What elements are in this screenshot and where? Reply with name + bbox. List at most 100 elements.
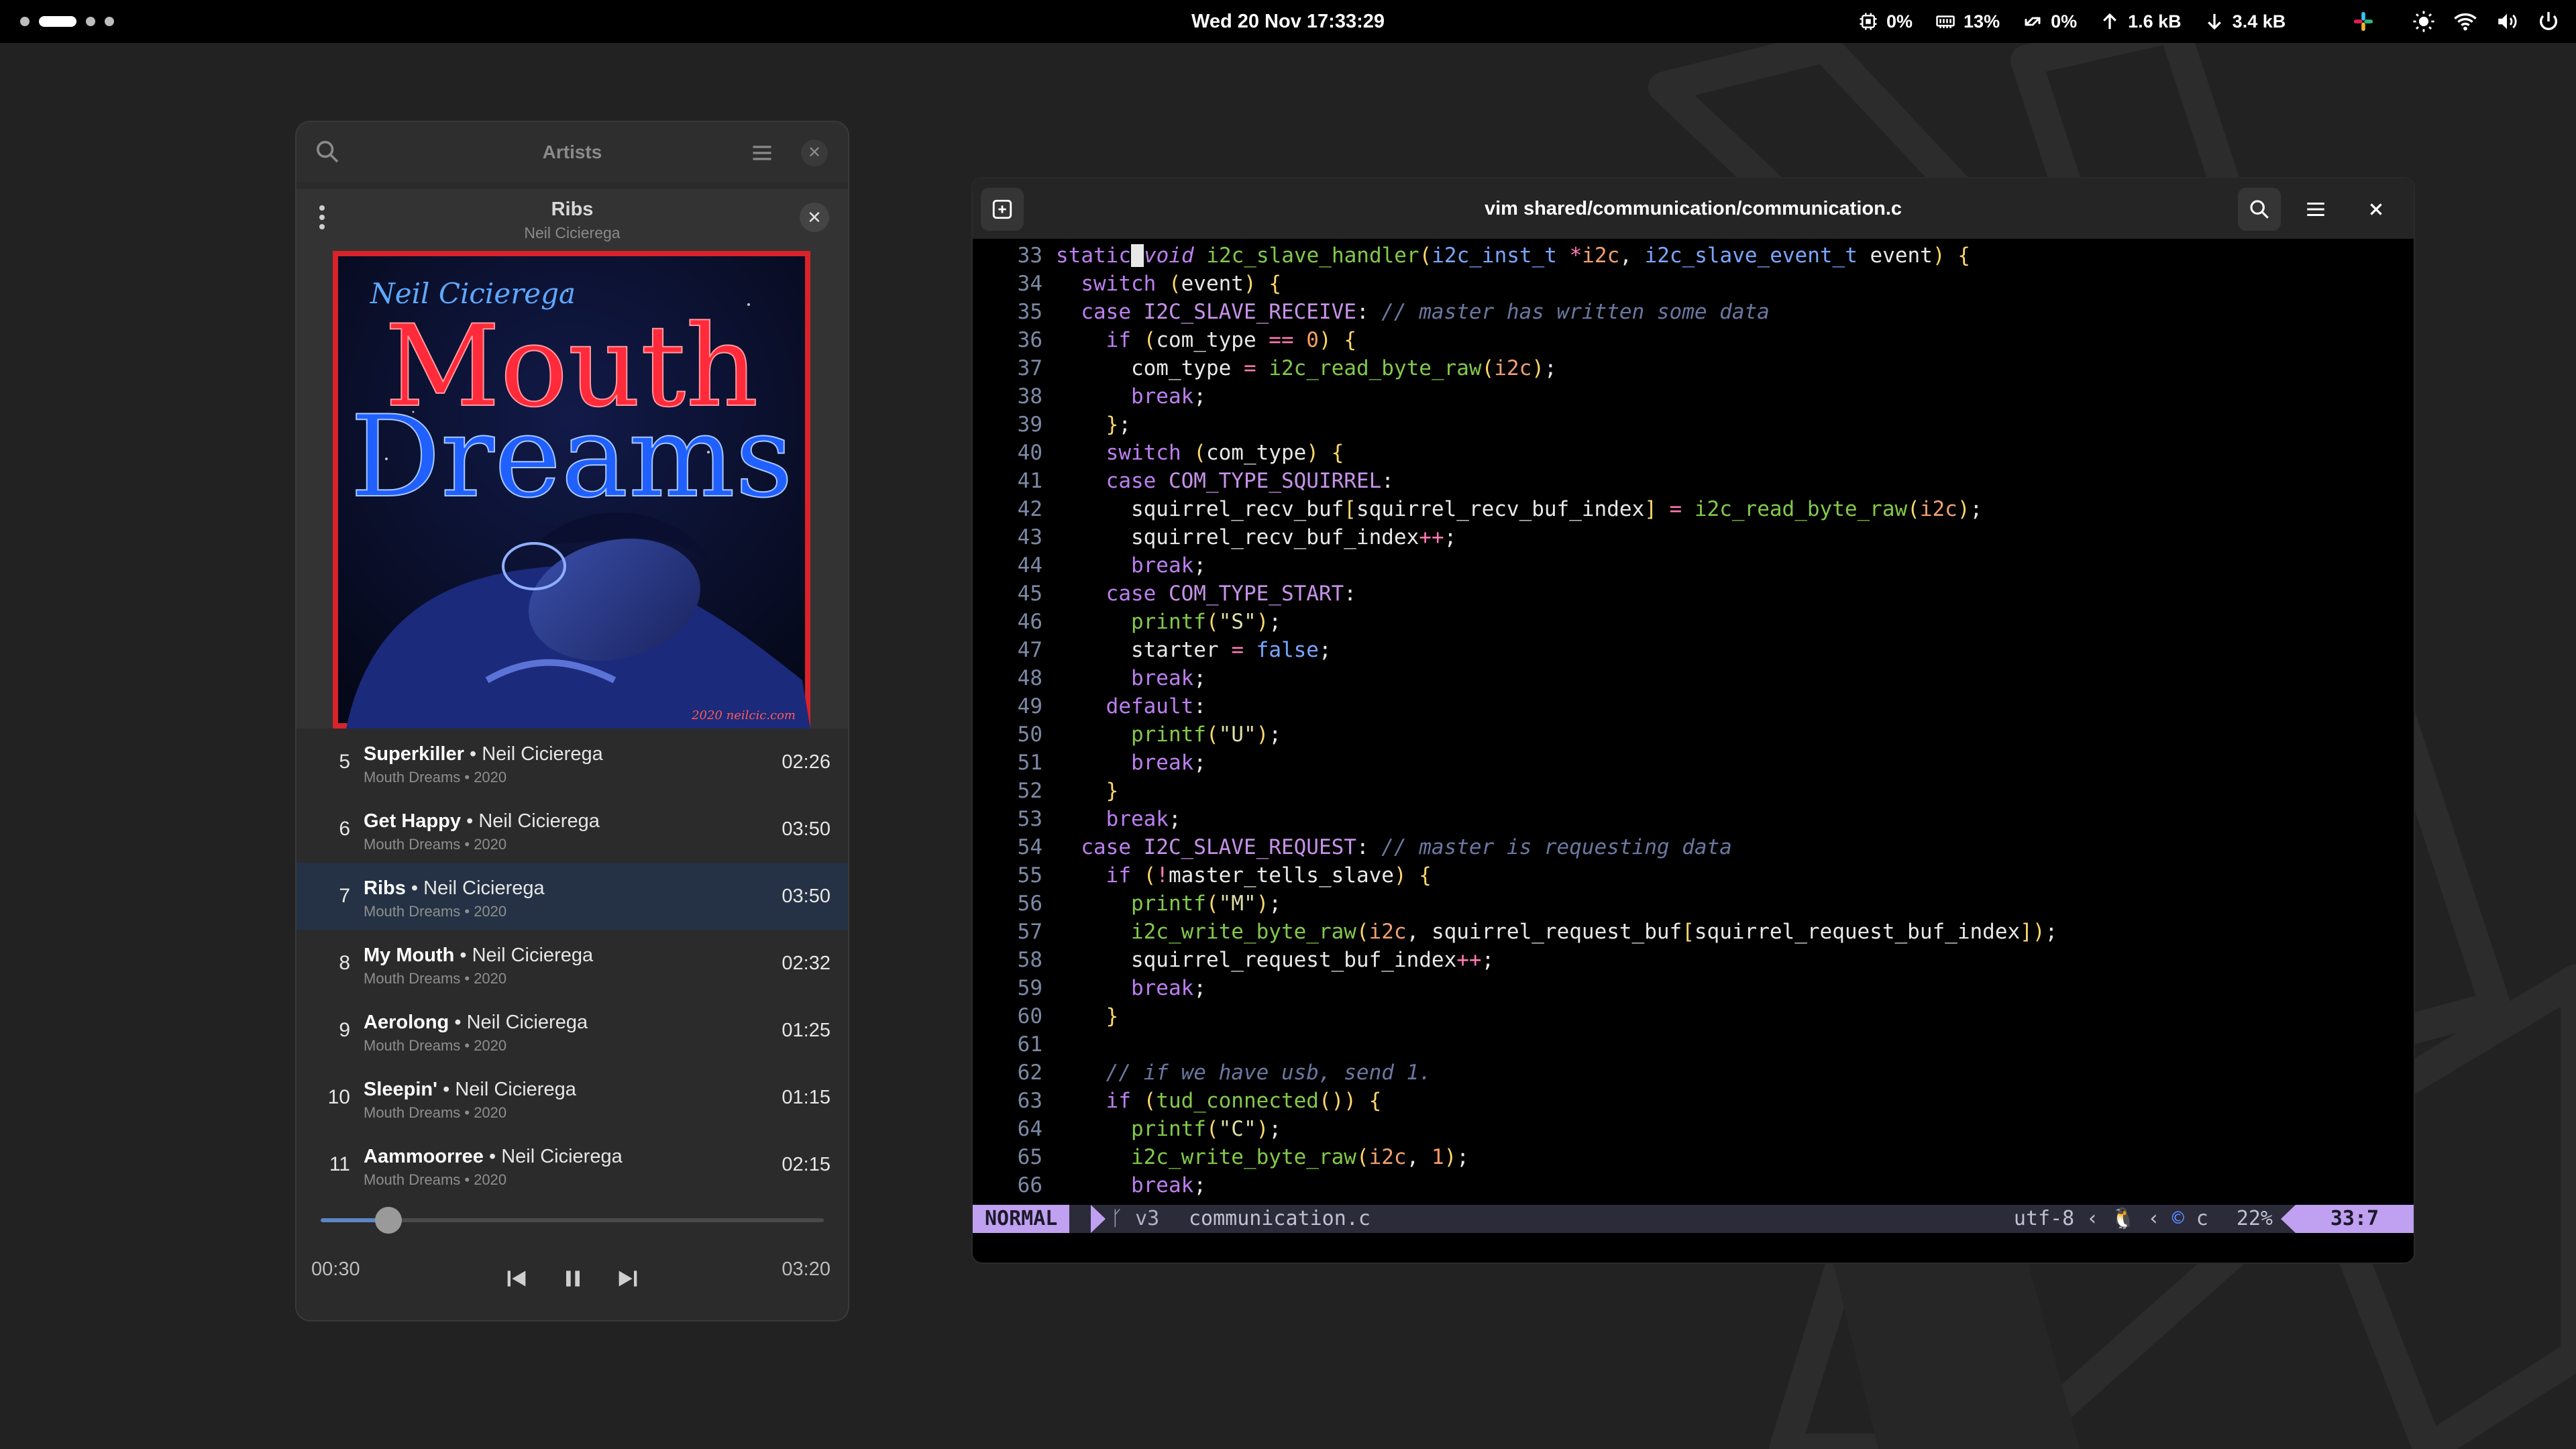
code-line[interactable]: 56 printf("M"); (973, 890, 2414, 918)
pause-icon[interactable] (559, 1265, 586, 1292)
code-line[interactable]: 62 // if we have usb, send 1. (973, 1059, 2414, 1087)
track-number: 9 (339, 1019, 350, 1041)
code-text: if (com_type == 0) { (1106, 328, 1356, 352)
code-line[interactable]: 61 (973, 1030, 2414, 1059)
wifi-icon (2454, 13, 2477, 31)
code-line[interactable]: 58 squirrel_request_buf_index++; (973, 946, 2414, 974)
track-artist: Neil Cicierega (423, 877, 545, 899)
track-row[interactable]: 6 Get Happy • Neil Cicierega Mouth Dreams … (297, 796, 848, 863)
terminal-search-button[interactable] (2238, 188, 2281, 231)
swap-value: 0% (2051, 11, 2078, 32)
code-line[interactable]: 47 starter = false; (973, 636, 2414, 664)
clock[interactable]: Wed 20 Nov 17:33:29 (1191, 11, 1385, 32)
code-line[interactable]: 45 case COM_TYPE_START: (973, 580, 2414, 608)
track-row[interactable]: 11 Aammoorree • Neil Cicierega Mouth Dream… (297, 1131, 848, 1198)
code-text: break; (1130, 976, 1206, 1000)
close-now-playing-button[interactable]: ✕ (800, 203, 829, 232)
code-text: // if we have usb, send 1. (1106, 1061, 1432, 1085)
code-text: printf("S"); (1130, 610, 1281, 634)
code-line[interactable]: 66 break; (973, 1171, 2414, 1199)
track-row[interactable]: 9 Aerolong • Neil Cicierega Mouth Dreams •… (297, 997, 848, 1064)
code-line[interactable]: 57 i2c_write_byte_raw(i2c, squirrel_requ… (973, 918, 2414, 946)
code-line[interactable]: 51 break; (973, 749, 2414, 777)
code-line[interactable]: 43 squirrel_recv_buf_index++; (973, 523, 2414, 551)
code-line[interactable]: 55 if (!master_tells_slave) { (973, 861, 2414, 890)
text-cursor (1130, 244, 1144, 267)
track-title: Aerolong (364, 1012, 449, 1033)
code-line[interactable]: 65 i2c_write_byte_raw(i2c, 1); (973, 1143, 2414, 1171)
line-number: 59 (1017, 976, 1042, 1000)
code-line[interactable]: 54 case I2C_SLAVE_REQUEST: // master is … (973, 833, 2414, 861)
code-line[interactable]: 39 }; (973, 411, 2414, 439)
code-line[interactable]: 36 if (com_type == 0) { (973, 326, 2414, 354)
power-icon (2539, 11, 2558, 30)
terminal-close-button[interactable] (2355, 188, 2398, 231)
code-line[interactable]: 63 if (tud_connected()) { (973, 1087, 2414, 1115)
code-text: default: (1106, 694, 1206, 718)
workspace-active-pill[interactable] (39, 16, 76, 27)
slack-icon[interactable] (2352, 10, 2375, 33)
seek-bar[interactable] (321, 1207, 824, 1234)
vim-mode: NORMAL (973, 1205, 1070, 1233)
code-line[interactable]: 34 switch (event) { (973, 270, 2414, 298)
code-line[interactable]: 49 default: (973, 692, 2414, 720)
next-track-icon[interactable] (614, 1265, 641, 1292)
editor-buffer[interactable]: 33 static void i2c_slave_handler(i2c_inst_… (973, 241, 2414, 1199)
code-text: } (1106, 779, 1119, 803)
code-line[interactable]: 59 break; (973, 974, 2414, 1002)
workspace-dot[interactable] (20, 17, 30, 26)
seek-bar-handle[interactable] (375, 1207, 402, 1234)
memory-value: 13% (1964, 11, 2000, 32)
line-number: 37 (1017, 356, 1042, 380)
code-line[interactable]: 53 break; (973, 805, 2414, 833)
hamburger-menu-icon[interactable] (750, 141, 774, 165)
close-window-button[interactable]: ✕ (801, 140, 828, 166)
quick-settings[interactable] (2412, 0, 2560, 43)
track-title: Sleepin' (364, 1079, 438, 1100)
track-row[interactable]: 7 Ribs • Neil Cicierega Mouth Dreams • 202… (297, 863, 848, 930)
code-line[interactable]: 64 printf("C"); (973, 1115, 2414, 1143)
code-line[interactable]: 46 printf("S"); (973, 608, 2414, 636)
code-text: squirrel_recv_buf[squirrel_recv_buf_inde… (1130, 497, 1983, 521)
previous-track-icon[interactable] (503, 1265, 530, 1292)
code-line[interactable]: 38 break; (973, 382, 2414, 411)
playback-controls: 00:30 03:20 (297, 1191, 848, 1320)
code-line[interactable]: 52 } (973, 777, 2414, 805)
workspace-dot[interactable] (86, 17, 95, 26)
workspace-dot[interactable] (105, 17, 114, 26)
track-row[interactable]: 5 Superkiller • Neil Cicierega Mouth Dream… (297, 729, 848, 796)
track-album-year: Mouth Dreams • 2020 (364, 970, 507, 987)
system-monitor[interactable]: 0% 13% 0% 1.6 kB 3.4 kB (1858, 0, 2286, 43)
code-line[interactable]: 35 case I2C_SLAVE_RECEIVE: // master has… (973, 298, 2414, 326)
track-row[interactable]: 8 My Mouth • Neil Cicierega Mouth Dreams •… (297, 930, 848, 997)
track-title-line: Ribs • Neil Cicierega (364, 877, 545, 899)
line-number: 48 (1017, 666, 1042, 690)
code-line[interactable]: 48 break; (973, 664, 2414, 692)
terminal-menu-button[interactable] (2294, 188, 2337, 231)
code-line[interactable]: 40 switch (com_type) { (973, 439, 2414, 467)
code-line[interactable]: 60 } (973, 1002, 2414, 1030)
track-row[interactable]: 10 Sleepin' • Neil Cicierega Mouth Dreams … (297, 1064, 848, 1131)
code-text: squirrel_request_buf_index++; (1130, 948, 1495, 972)
track-duration: 02:26 (782, 751, 830, 773)
track-album-year: Mouth Dreams • 2020 (364, 769, 507, 786)
code-text: break; (1106, 807, 1181, 831)
code-line[interactable]: 33 static void i2c_slave_handler(i2c_inst_… (973, 241, 2414, 270)
line-number: 41 (1017, 469, 1042, 493)
code-line[interactable]: 41 case COM_TYPE_SQUIRREL: (973, 467, 2414, 495)
code-line[interactable]: 44 break; (973, 551, 2414, 580)
code-line[interactable]: 50 printf("U"); (973, 720, 2414, 749)
code-text: printf("C"); (1130, 1117, 1281, 1141)
code-text: printf("M"); (1130, 892, 1281, 916)
track-duration: 02:15 (782, 1154, 830, 1175)
track-title: Ribs (364, 877, 406, 899)
track-title-line: Get Happy • Neil Cicierega (364, 810, 600, 832)
workspace-indicator[interactable] (20, 0, 114, 43)
separator-icon: ‹ (2147, 1207, 2160, 1230)
line-number: 65 (1017, 1145, 1042, 1169)
line-number: 50 (1017, 722, 1042, 747)
code-line[interactable]: 37 com_type = i2c_read_byte_raw(i2c); (973, 354, 2414, 382)
line-number: 66 (1017, 1173, 1042, 1197)
track-number: 8 (339, 952, 350, 974)
code-line[interactable]: 42 squirrel_recv_buf[squirrel_recv_buf_i… (973, 495, 2414, 523)
